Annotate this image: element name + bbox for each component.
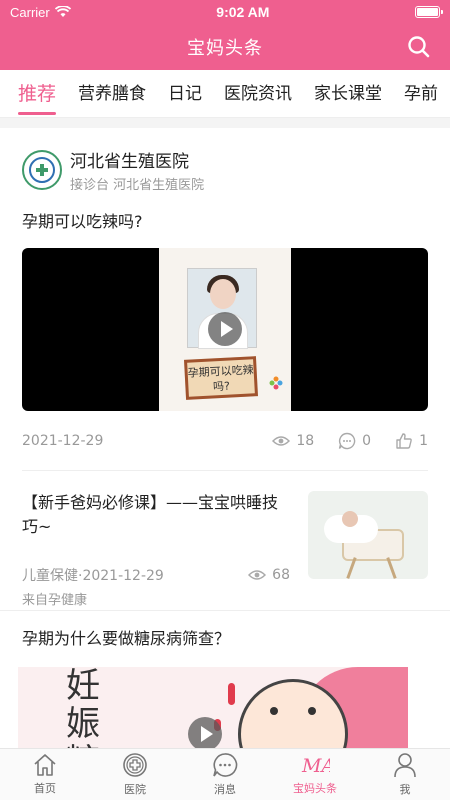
post-author[interactable]: 河北省生殖医院 接诊台 河北省生殖医院 bbox=[22, 128, 428, 193]
category-tabs: 推荐 营养膳食 日记 医院资讯 家长课堂 孕前 bbox=[0, 70, 450, 118]
profile-icon bbox=[394, 753, 416, 778]
article-card[interactable]: 【新手爸妈必修课】——宝宝哄睡技巧~ 儿童保健·2021-12-29 68 来自… bbox=[0, 471, 450, 611]
poster-sign: 孕期可以吃辣吗? bbox=[184, 356, 258, 400]
likes-stat[interactable]: 1 bbox=[395, 432, 428, 450]
nav-hospital-label: 医院 bbox=[124, 783, 146, 796]
nav-baoma-news-label: 宝妈头条 bbox=[293, 782, 337, 795]
thumbs-up-icon bbox=[396, 432, 412, 449]
post-question[interactable]: 孕期可以吃辣吗? bbox=[22, 208, 428, 232]
comments-count: 0 bbox=[362, 432, 372, 449]
battery-icon bbox=[415, 6, 443, 18]
nav-messages[interactable]: 消息 bbox=[180, 749, 270, 800]
article-views: 68 bbox=[272, 567, 290, 583]
tab-nutrition[interactable]: 营养膳食 bbox=[67, 70, 157, 117]
article-title[interactable]: 【新手爸妈必修课】——宝宝哄睡技巧~ bbox=[22, 491, 290, 539]
bottom-nav: 首页 医院 消息 MA 宝妈头条 我 bbox=[0, 748, 450, 800]
nav-profile-label: 我 bbox=[399, 783, 411, 796]
section-divider bbox=[0, 118, 450, 128]
svg-text:MA: MA bbox=[301, 755, 330, 777]
video-player[interactable]: 孕期可以吃辣吗? bbox=[22, 248, 428, 411]
article-category-date: 儿童保健·2021-12-29 bbox=[22, 568, 164, 584]
author-subtitle: 接诊台 河北省生殖医院 bbox=[70, 178, 205, 193]
author-name: 河北省生殖医院 bbox=[70, 152, 189, 172]
views-stat: 18 bbox=[272, 433, 314, 449]
eye-icon bbox=[248, 570, 267, 580]
video-post[interactable]: 河北省生殖医院 接诊台 河北省生殖医院 孕期可以吃辣吗? 孕期可以吃辣吗? 20… bbox=[0, 128, 450, 471]
eye-icon bbox=[272, 435, 291, 446]
nav-hospital[interactable]: 医院 bbox=[90, 749, 180, 800]
home-icon bbox=[34, 754, 56, 776]
nav-messages-label: 消息 bbox=[214, 783, 236, 796]
app-header: Carrier 9:02 AM 宝妈头条 bbox=[0, 0, 450, 70]
tab-hospital-news[interactable]: 医院资讯 bbox=[213, 70, 303, 117]
status-bar: Carrier 9:02 AM bbox=[0, 0, 450, 24]
page-title: 宝妈头条 bbox=[187, 38, 263, 59]
carrier-label: Carrier bbox=[10, 4, 50, 20]
play-icon-2[interactable] bbox=[188, 717, 222, 748]
nav-baoma-news[interactable]: MA 宝妈头条 bbox=[270, 749, 360, 800]
wifi-icon bbox=[54, 6, 71, 17]
status-time: 9:02 AM bbox=[216, 4, 270, 20]
article-source: 来自孕健康 bbox=[22, 593, 88, 608]
post-date: 2021-12-29 bbox=[22, 432, 104, 449]
likes-count: 1 bbox=[419, 432, 428, 449]
video-thumbnail-2[interactable]: 妊娠糖 bbox=[18, 667, 408, 748]
play-icon[interactable] bbox=[208, 312, 242, 346]
nav-profile[interactable]: 我 bbox=[360, 749, 450, 800]
post2-question[interactable]: 孕期为什么要做糖尿病筛查？ bbox=[22, 625, 428, 649]
flower-icon bbox=[269, 376, 283, 390]
article-thumbnail[interactable] bbox=[308, 491, 428, 579]
views-count: 18 bbox=[296, 432, 315, 449]
ma-icon: MA bbox=[301, 755, 330, 777]
video-post-2[interactable]: 孕期为什么要做糖尿病筛查？ bbox=[0, 625, 450, 649]
comments-stat[interactable]: 0 bbox=[338, 432, 371, 450]
tab-diary[interactable]: 日记 bbox=[157, 70, 213, 117]
tab-recommend[interactable]: 推荐 bbox=[0, 70, 67, 117]
post-meta: 2021-12-29 18 0 1 bbox=[22, 411, 428, 471]
nav-home[interactable]: 首页 bbox=[0, 749, 90, 800]
nav-home-label: 首页 bbox=[34, 782, 56, 795]
tab-pre-pregnancy[interactable]: 孕前 bbox=[393, 70, 449, 117]
cartoon-text: 妊娠糖 bbox=[66, 667, 100, 748]
news-feed[interactable]: 河北省生殖医院 接诊台 河北省生殖医院 孕期可以吃辣吗? 孕期可以吃辣吗? 20… bbox=[0, 128, 450, 748]
comment-icon bbox=[338, 432, 356, 449]
hospital-icon bbox=[123, 753, 147, 777]
tab-parent-class[interactable]: 家长课堂 bbox=[303, 70, 393, 117]
search-icon[interactable] bbox=[406, 34, 432, 60]
hospital-logo bbox=[22, 150, 62, 190]
message-icon bbox=[213, 753, 238, 777]
